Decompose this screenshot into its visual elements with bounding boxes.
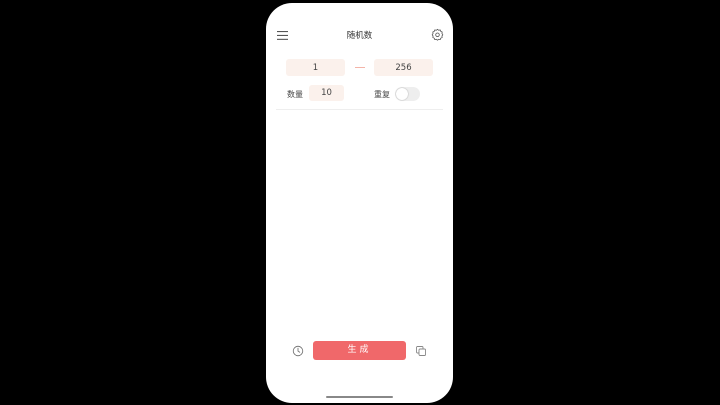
navigation-bar: 随机数 (266, 25, 453, 49)
repeat-toggle[interactable] (395, 87, 420, 101)
page-title: 随机数 (346, 31, 373, 41)
toggle-knob (396, 88, 408, 100)
copy-button[interactable] (414, 344, 428, 358)
min-value-input[interactable] (286, 59, 345, 76)
copy-icon (416, 346, 426, 356)
gear-icon (431, 28, 443, 41)
settings-button[interactable] (429, 26, 445, 42)
generate-button[interactable]: 生成 (313, 341, 406, 360)
repeat-label: 重复 (374, 90, 390, 99)
app-screen: 随机数 数量 重复 生成 (266, 3, 453, 403)
quantity-label: 数量 (287, 90, 303, 99)
quantity-input[interactable] (309, 85, 344, 101)
max-value-input[interactable] (374, 59, 433, 76)
options-row: 数量 重复 (266, 85, 453, 103)
results-area (276, 111, 443, 331)
action-bar: 生成 (266, 341, 453, 361)
range-row (266, 59, 453, 77)
divider (276, 109, 443, 110)
clock-icon (292, 345, 304, 357)
range-separator (355, 67, 365, 68)
history-button[interactable] (291, 344, 305, 358)
home-indicator (326, 396, 393, 398)
